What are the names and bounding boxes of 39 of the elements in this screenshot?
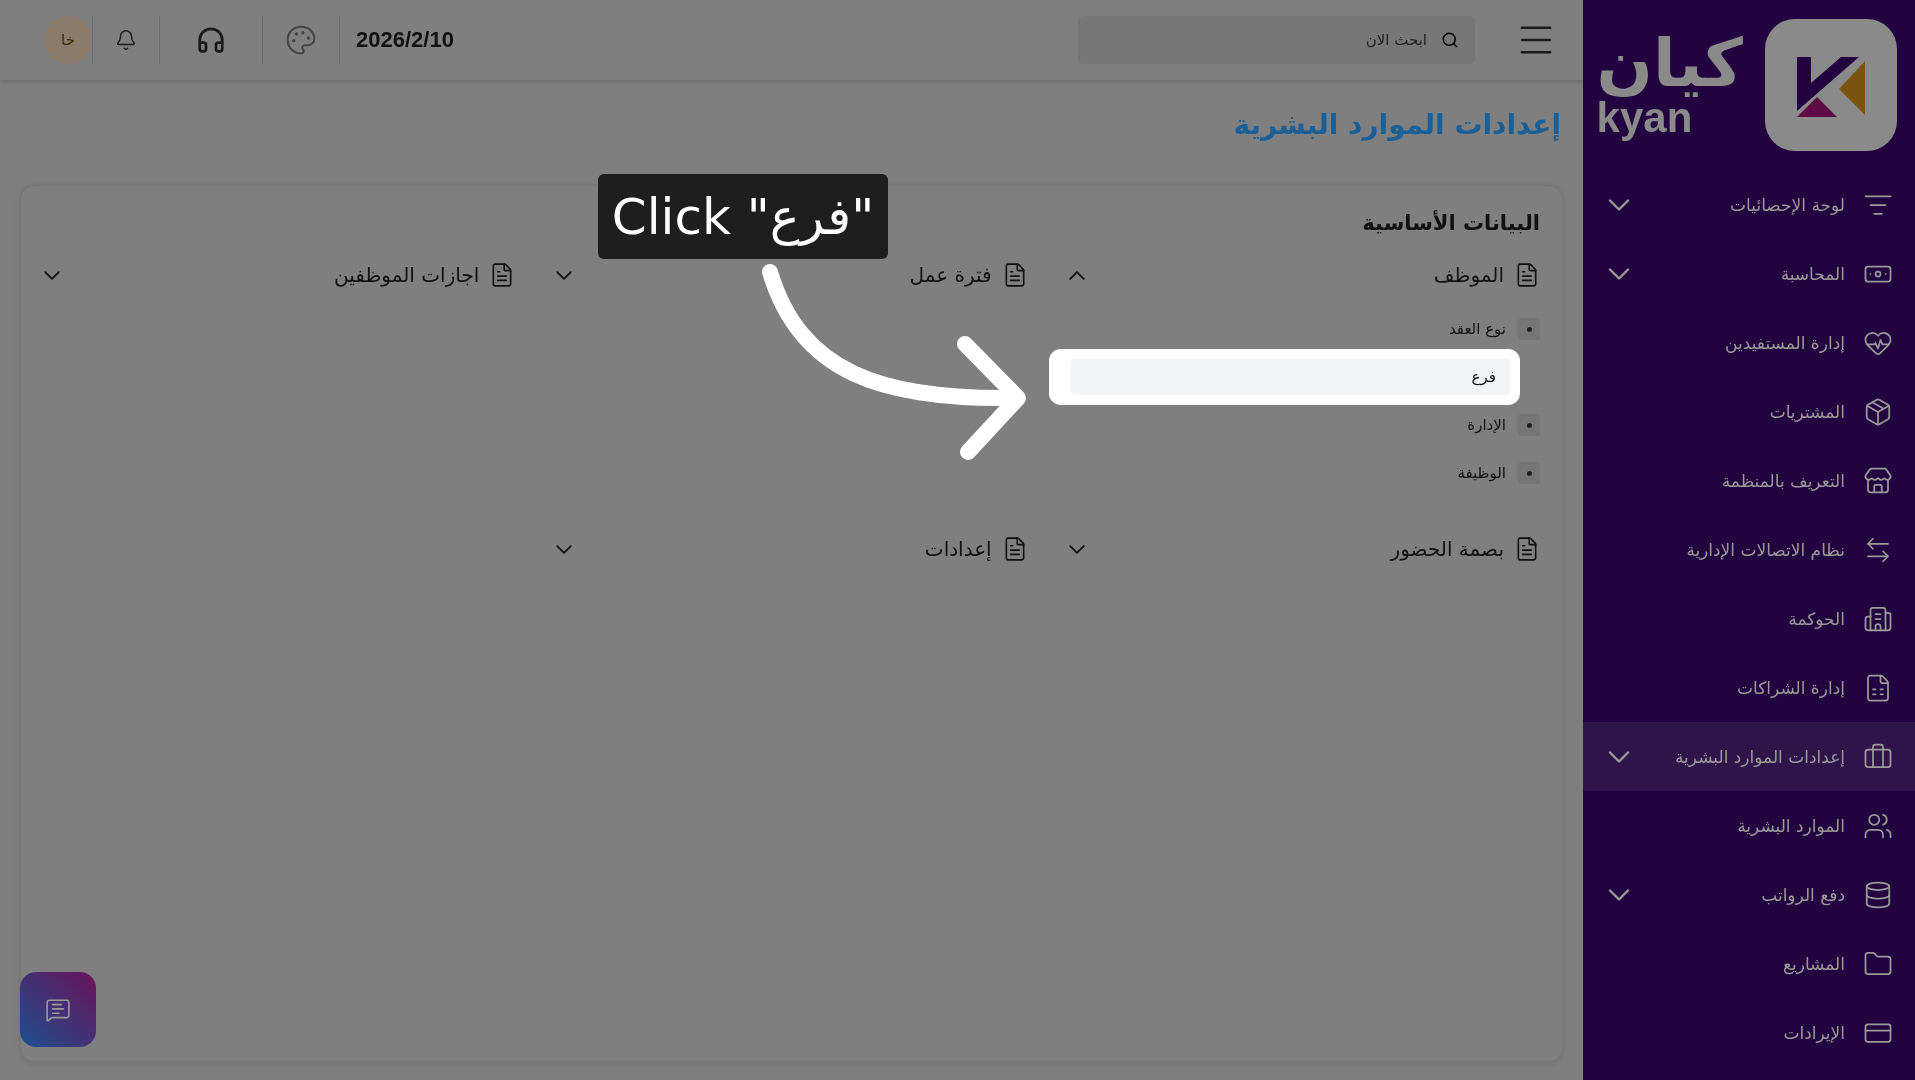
sidebar-item[interactable]: إدارة الشراكات: [1583, 653, 1915, 722]
store-icon: [1863, 465, 1893, 496]
sidebar-item[interactable]: إدارة المستفيدين: [1583, 308, 1915, 377]
sidebar-item[interactable]: التعريف بالمنظمة: [1583, 446, 1915, 515]
date-text: 2026/2/10: [355, 27, 455, 53]
accordion-header[interactable]: فترة عمل: [555, 257, 1028, 293]
section-title: البيانات الأساسية: [1362, 211, 1540, 235]
list-item[interactable]: نوع العقد: [1067, 311, 1540, 347]
sidebar-item[interactable]: الإيرادات: [1583, 998, 1915, 1067]
logo-icon: [1765, 19, 1897, 151]
logo-text: كيان: [1596, 31, 1743, 97]
sidebar-item[interactable]: المشتريات: [1583, 377, 1915, 446]
tutorial-callout: Click "فرع": [598, 174, 888, 259]
accordion-header[interactable]: الموظف: [1067, 257, 1540, 293]
user-avatar[interactable]: خا: [44, 16, 92, 64]
sidebar-item[interactable]: إعدادات الموارد البشرية: [1583, 722, 1915, 791]
sidebar-item[interactable]: نظام الاتصالات الإدارية: [1583, 515, 1915, 584]
accordion-header[interactable]: بصمة الحضور: [1067, 531, 1540, 567]
chat-button[interactable]: [20, 972, 96, 1047]
headset-icon[interactable]: [196, 25, 226, 55]
palette-icon[interactable]: [285, 24, 317, 56]
list-item[interactable]: الإدارة: [1067, 407, 1540, 443]
sidebar-item[interactable]: المشاريع: [1583, 929, 1915, 998]
chat-icon: [45, 996, 71, 1023]
accordion-header[interactable]: اجازات الموظفين: [43, 257, 516, 293]
bell-icon[interactable]: [115, 29, 137, 51]
sidebar-item[interactable]: الموارد البشرية: [1583, 791, 1915, 860]
sidebar-item[interactable]: المحاسبة: [1583, 239, 1915, 308]
package-icon: [1863, 396, 1893, 427]
accordion-header[interactable]: إعدادات: [555, 531, 1028, 567]
page-title: إعدادات الموارد البشرية: [1232, 107, 1562, 143]
sidebar-item[interactable]: الحوكمة: [1583, 584, 1915, 653]
database-icon: [1863, 879, 1893, 910]
search-field[interactable]: ابحث الان: [1078, 16, 1475, 64]
sidebar-item[interactable]: دفع الرواتب: [1583, 860, 1915, 929]
list-item[interactable]: الوظيفة: [1067, 455, 1540, 491]
logo-text: kyan: [1596, 97, 1693, 139]
search-icon: [1441, 31, 1459, 49]
sidebar-item[interactable]: لوحة الإحصائيات: [1583, 170, 1915, 239]
